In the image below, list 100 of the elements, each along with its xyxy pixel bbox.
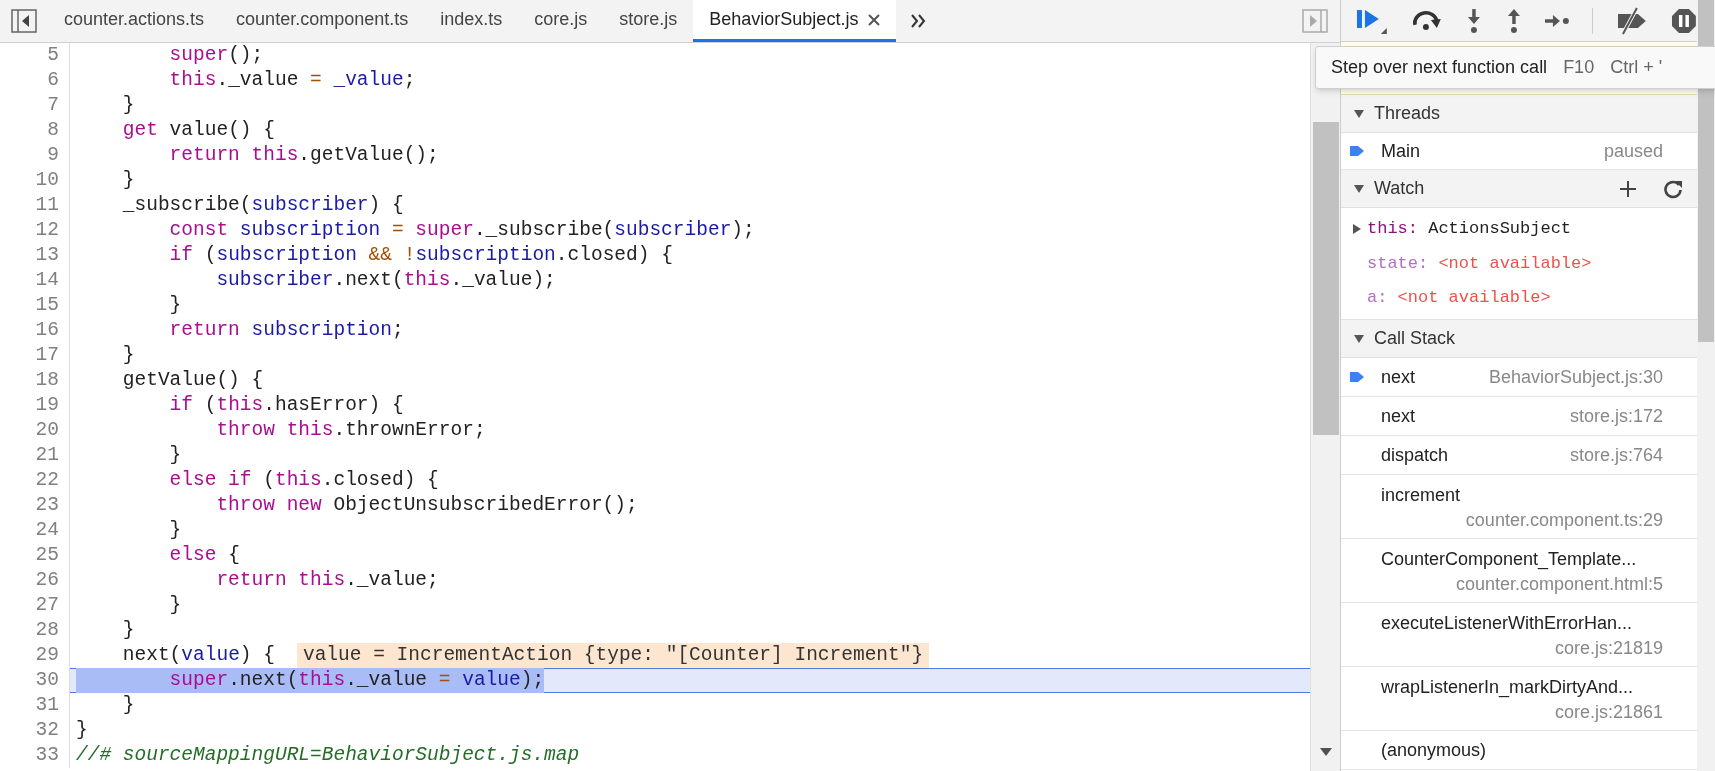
section-expand-icon[interactable] [1353, 107, 1365, 120]
sidebar-toggle-icon[interactable] [1302, 9, 1328, 33]
thread-status: paused [1603, 139, 1663, 163]
code-line: throw new ObjectUnsubscribedError(); [215, 493, 638, 518]
pause-icon[interactable] [1671, 7, 1697, 34]
frame-location[interactable]: counter.component.ts:29 [1465, 509, 1663, 531]
watch-expression[interactable]: a: <not available> [1367, 285, 1551, 311]
section-title[interactable]: Threads [1374, 100, 1441, 127]
function-name: wrapListenerIn_markDirtyAnd... [1381, 676, 1634, 700]
line-number: 25 [0, 543, 70, 568]
frame-location[interactable]: counter.component.html:5 [1455, 573, 1663, 595]
code-line: const subscription = super._subscribe(subscriber); [168, 218, 755, 243]
scrollbar-thumb[interactable] [1312, 122, 1339, 435]
frame-location[interactable]: store.js:172 [1569, 402, 1663, 430]
code-line: if (subscription && !subscription.closed) { [168, 243, 673, 268]
code-line: else if (this.closed) { [168, 468, 439, 493]
code-line: } [121, 693, 135, 718]
line-number: 6 [0, 68, 70, 93]
code-line: subscriber.next(this._value); [215, 268, 556, 293]
inline-value: value = IncrementAction {type: "[Counter] Increment"} [296, 643, 930, 668]
code-line: this._value = _value; [168, 68, 416, 93]
code-line: } [168, 293, 182, 318]
line-number: 32 [0, 718, 70, 743]
section-title[interactable]: Watch [1374, 175, 1425, 202]
line-number: 26 [0, 568, 70, 593]
line-number: 27 [0, 593, 70, 618]
thread-name: Main [1381, 139, 1420, 163]
line-number: 15 [0, 293, 70, 318]
line-number: 5 [0, 43, 70, 68]
frame-location[interactable]: BehaviorSubject.js:30 [1488, 363, 1663, 391]
line-number: 24 [0, 518, 70, 543]
tooltip-text: Step over next function call [1331, 56, 1548, 79]
code-line: else { [168, 543, 240, 568]
line-number: 10 [0, 168, 70, 193]
file-tab[interactable]: counter.component.ts [220, 0, 425, 42]
code-line: return this._value; [215, 568, 439, 593]
step-over-icon[interactable] [1410, 9, 1443, 32]
code-line: } [168, 443, 182, 468]
file-tab[interactable]: index.ts [424, 0, 519, 42]
double-chevron-icon[interactable] [910, 14, 927, 28]
line-number: 18 [0, 368, 70, 393]
section-expand-icon[interactable] [1353, 332, 1365, 345]
add-icon[interactable] [1619, 179, 1637, 198]
scroll-down-icon[interactable] [1318, 747, 1333, 757]
function-name: next [1381, 404, 1416, 428]
file-tab[interactable]: store.js [603, 0, 694, 42]
sidebar-toggle-icon[interactable] [11, 9, 37, 33]
code-line: getValue() { [121, 368, 264, 393]
code-line: super(); [168, 43, 264, 68]
code-line: } [121, 168, 135, 193]
line-number: 21 [0, 443, 70, 468]
code-line: } [168, 518, 182, 543]
function-name: next [1381, 365, 1416, 389]
line-number: 33 [0, 743, 70, 768]
function-name: (anonymous) [1381, 738, 1487, 762]
function-name: CounterComponent_Template... [1381, 548, 1637, 572]
function-name: dispatch [1381, 443, 1449, 467]
line-number: 17 [0, 343, 70, 368]
code-line: get value() { [121, 118, 275, 143]
line-number: 19 [0, 393, 70, 418]
file-tab[interactable]: core.js [518, 0, 604, 42]
section-expand-icon[interactable] [1353, 182, 1365, 195]
line-number: 9 [0, 143, 70, 168]
frame-location[interactable]: core.js:21819 [1554, 637, 1663, 659]
code-line: return this.getValue(); [168, 143, 439, 168]
shortcut-key: Ctrl + ' [1610, 54, 1663, 81]
code-line: } [121, 343, 135, 368]
frame-location[interactable]: store.js:764 [1569, 441, 1663, 469]
code-line: } [76, 718, 88, 743]
function-name: increment [1381, 484, 1461, 507]
line-number: 30 [0, 668, 70, 693]
file-tab[interactable]: counter.actions.ts [48, 0, 221, 42]
watch-expression[interactable]: this: ActionsSubject [1367, 216, 1572, 242]
line-number: 16 [0, 318, 70, 343]
line-number: 20 [0, 418, 70, 443]
code-line: } [121, 93, 135, 118]
code-line: next(value) { [121, 643, 275, 668]
line-number: 23 [0, 493, 70, 518]
scrollbar[interactable] [1697, 0, 1715, 771]
frame-location[interactable]: core.js:21861 [1554, 701, 1663, 723]
expand-icon[interactable] [1351, 223, 1363, 236]
file-tab[interactable]: BehaviorSubject.js [693, 0, 897, 42]
code-line: } [121, 618, 135, 643]
watch-expression[interactable]: state: <not available> [1367, 250, 1592, 277]
refresh-icon[interactable] [1663, 178, 1683, 199]
line-number: 28 [0, 618, 70, 643]
code-line: throw this.thrownError; [215, 418, 486, 443]
code-line: if (this.hasError) { [168, 393, 404, 418]
line-number: 13 [0, 243, 70, 268]
line-number: 31 [0, 693, 70, 718]
code-line: return subscription; [168, 318, 404, 343]
line-number: 7 [0, 93, 70, 118]
line-number: 14 [0, 268, 70, 293]
line-number: 8 [0, 118, 70, 143]
code-line: } [168, 593, 182, 618]
line-number: 11 [0, 193, 70, 218]
line-number: 22 [0, 468, 70, 493]
code-line: _subscribe(subscriber) { [121, 193, 404, 218]
section-title[interactable]: Call Stack [1374, 325, 1456, 352]
close-icon[interactable] [868, 13, 881, 26]
